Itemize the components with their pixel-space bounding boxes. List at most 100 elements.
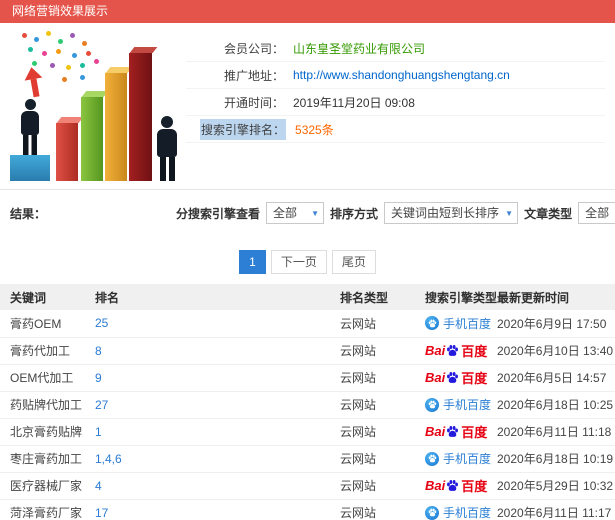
col-header-rank: 排名 <box>95 284 340 310</box>
updated-cell: 2020年6月9日 17:50 <box>497 310 615 338</box>
keyword-cell: 枣庄膏药加工 <box>0 445 95 473</box>
keyword-cell: 菏泽膏药厂家 <box>0 499 95 520</box>
company-info: 会员公司： 山东皇圣堂药业有限公司 推广地址： http://www.shand… <box>186 29 615 181</box>
article-type-select[interactable]: 全部 ▼ <box>578 202 615 224</box>
table-row: 膏药OEM 25 云网站 手机百度 2020年6月9日 17:50 <box>0 310 615 338</box>
bar-graphic-red <box>56 123 78 181</box>
updated-cell: 2020年5月29日 10:32 <box>497 472 615 500</box>
rank-type-cell: 云网站 <box>340 310 425 338</box>
rank-cell: 27 <box>95 391 340 419</box>
podium-graphic <box>10 155 50 181</box>
mobile-baidu-badge: 手机百度 <box>425 396 491 413</box>
updated-cell: 2020年6月11日 11:17 <box>497 499 615 520</box>
rank-link[interactable]: 1,4,6 <box>95 452 122 466</box>
mobile-baidu-badge: 手机百度 <box>425 504 491 520</box>
keyword-cell: 膏药OEM <box>0 310 95 338</box>
paw-icon <box>428 400 437 409</box>
confetti-graphic <box>22 33 27 38</box>
results-table: 关键词 排名 排名类型 搜索引擎类型 最新更新时间 膏药OEM 25 云网站 手… <box>0 284 615 520</box>
paw-icon <box>428 319 437 328</box>
promo-url-link[interactable]: http://www.shandonghuangshengtang.cn <box>293 68 510 82</box>
engine-cell: 手机百度 <box>425 310 497 338</box>
baidu-paw-icon <box>446 371 459 384</box>
baidu-logo: Bai 百度 <box>425 341 487 360</box>
rank-cell: 17 <box>95 499 340 520</box>
businessman-right-graphic <box>154 116 180 181</box>
open-time-label: 开通时间： <box>223 95 284 110</box>
mobile-baidu-icon <box>425 505 439 520</box>
updated-cell: 2020年6月18日 10:25 <box>497 391 615 419</box>
keyword-cell: 北京膏药贴牌 <box>0 418 95 446</box>
engine-filter-select[interactable]: 全部 ▼ <box>266 202 325 224</box>
engine-rank-count-row: 搜索引擎排名： 5325条 <box>186 116 605 143</box>
page-button-current[interactable]: 1 <box>239 250 266 274</box>
sort-select-value: 关键词由短到长排序 <box>391 206 500 220</box>
engine-cell: Bai 百度 <box>425 418 497 446</box>
app-header: 网络营销效果展示 <box>0 0 615 23</box>
mobile-baidu-label: 手机百度 <box>443 316 492 331</box>
baidu-logo-latin: Bai <box>425 424 446 439</box>
rank-type-cell: 云网站 <box>340 418 425 446</box>
open-time-row: 开通时间： 2019年11月20日 09:08 <box>186 89 605 116</box>
engine-cell: Bai 百度 <box>425 337 497 365</box>
engine-cell: 手机百度 <box>425 445 497 473</box>
rank-link[interactable]: 1 <box>95 425 102 439</box>
engine-cell: 手机百度 <box>425 391 497 419</box>
chevron-down-icon: ▼ <box>505 209 514 218</box>
rank-link[interactable]: 9 <box>95 371 102 385</box>
baidu-logo: Bai 百度 <box>425 476 487 495</box>
mobile-baidu-icon <box>425 316 439 331</box>
open-time-value: 2019年11月20日 09:08 <box>293 95 415 110</box>
rank-link[interactable]: 17 <box>95 506 108 520</box>
rank-type-cell: 云网站 <box>340 499 425 520</box>
baidu-logo-latin: Bai <box>425 478 446 493</box>
baidu-logo-cn: 百度 <box>461 371 488 386</box>
table-header-row: 关键词 排名 排名类型 搜索引擎类型 最新更新时间 <box>0 284 615 310</box>
sort-label: 排序方式 <box>330 206 379 221</box>
table-row: 医疗器械厂家 4 云网站 Bai 百度 2020年5月29日 10:32 <box>0 472 615 500</box>
baidu-logo-latin: Bai <box>425 343 446 358</box>
results-table-body: 膏药OEM 25 云网站 手机百度 2020年6月9日 17:50 膏药代加工 … <box>0 310 615 520</box>
baidu-logo-cn: 百度 <box>461 479 488 494</box>
mobile-baidu-icon <box>425 451 439 466</box>
baidu-logo-cn: 百度 <box>461 344 488 359</box>
next-page-button[interactable]: 下一页 <box>270 250 327 274</box>
col-header-updated: 最新更新时间 <box>497 284 615 310</box>
updated-cell: 2020年6月5日 14:57 <box>497 364 615 392</box>
member-company-label: 会员公司： <box>223 41 284 56</box>
rank-type-cell: 云网站 <box>340 472 425 500</box>
last-page-button[interactable]: 尾页 <box>331 250 376 274</box>
baidu-paw-icon <box>446 344 459 357</box>
page-title: 网络营销效果展示 <box>12 4 109 18</box>
rank-type-cell: 云网站 <box>340 445 425 473</box>
rank-type-cell: 云网站 <box>340 364 425 392</box>
table-row: 菏泽膏药厂家 17 云网站 手机百度 2020年6月11日 11:17 <box>0 499 615 520</box>
info-section: 会员公司： 山东皇圣堂药业有限公司 推广地址： http://www.shand… <box>0 23 615 189</box>
rank-link[interactable]: 8 <box>95 344 102 358</box>
bar-graphic-dark-red <box>129 53 152 181</box>
table-row: OEM代加工 9 云网站 Bai 百度 2020年6月5日 14:57 <box>0 364 615 392</box>
bar-graphic-green <box>81 97 103 181</box>
article-type-label: 文章类型 <box>524 206 573 221</box>
rank-type-cell: 云网站 <box>340 337 425 365</box>
engine-cell: Bai 百度 <box>425 472 497 500</box>
promo-url-label: 推广地址： <box>223 68 284 83</box>
rank-type-cell: 云网站 <box>340 391 425 419</box>
engine-filter-label: 分搜索引擎查看 <box>176 206 261 221</box>
growth-chart-illustration <box>6 29 186 181</box>
marketing-report-page: 网络营销效果展示 会员公司： 山东皇圣堂药业有限公司 推广地址： http://… <box>0 0 615 520</box>
baidu-paw-icon <box>446 479 459 492</box>
table-row: 药贴牌代加工 27 云网站 手机百度 2020年6月18日 10:25 <box>0 391 615 419</box>
baidu-logo: Bai 百度 <box>425 368 487 387</box>
rank-link[interactable]: 27 <box>95 398 108 412</box>
rank-link[interactable]: 25 <box>95 316 108 330</box>
table-row: 枣庄膏药加工 1,4,6 云网站 手机百度 2020年6月18日 10:19 <box>0 445 615 473</box>
col-header-rank-type: 排名类型 <box>340 284 425 310</box>
sort-select[interactable]: 关键词由短到长排序 ▼ <box>384 202 519 224</box>
member-company-link[interactable]: 山东皇圣堂药业有限公司 <box>293 40 425 57</box>
rank-link[interactable]: 4 <box>95 479 102 493</box>
member-company-row: 会员公司： 山东皇圣堂药业有限公司 <box>186 35 605 62</box>
col-header-keyword: 关键词 <box>0 284 95 310</box>
table-row: 北京膏药贴牌 1 云网站 Bai 百度 2020年6月11日 11:18 <box>0 418 615 446</box>
keyword-cell: 医疗器械厂家 <box>0 472 95 500</box>
